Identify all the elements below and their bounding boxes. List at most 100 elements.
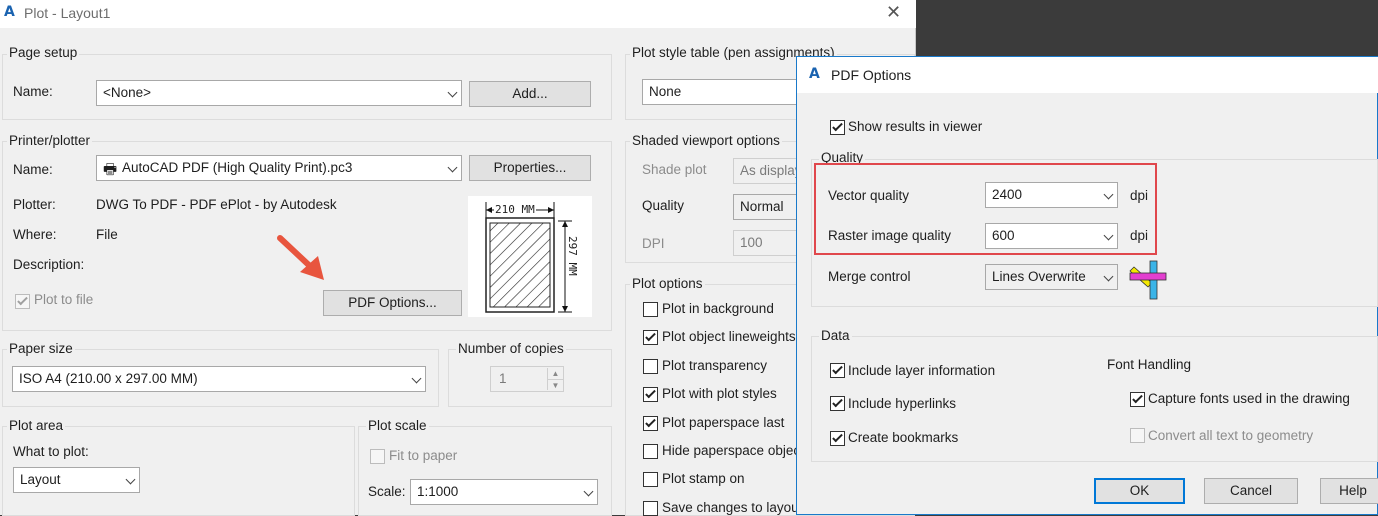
close-icon[interactable]: ✕ — [886, 2, 901, 23]
where-value: File — [96, 227, 118, 242]
capture-fonts-label: Capture fonts used in the drawing — [1148, 391, 1350, 406]
dpi-value: 100 — [740, 235, 763, 250]
checkmark-icon — [832, 396, 843, 408]
plot-dialog-titlebar: A Plot - Layout1 ✕ — [0, 0, 916, 28]
shade-plot-value: As display — [740, 163, 802, 178]
pdf-options-dialog: A PDF Options Show results in viewer Qua… — [796, 56, 1378, 515]
add-button[interactable]: Add... — [469, 81, 591, 107]
autocad-logo-icon: A — [809, 66, 820, 82]
shade-plot-label: Shade plot — [642, 162, 707, 177]
cancel-button[interactable]: Cancel — [1204, 478, 1298, 504]
what-to-plot-value: Layout — [20, 472, 61, 487]
dpi-label: DPI — [642, 236, 665, 251]
include-hyperlinks-checkbox[interactable] — [830, 396, 845, 411]
scale-label: Scale: — [368, 484, 406, 499]
printer-name-value: AutoCAD PDF (High Quality Print).pc3 — [122, 160, 353, 175]
what-to-plot-label: What to plot: — [13, 444, 89, 459]
checkmark-icon — [645, 387, 656, 399]
preview-height-label: 297 MM — [566, 236, 579, 276]
include-layer-checkbox[interactable] — [830, 363, 845, 378]
plot-option-checkbox[interactable] — [643, 501, 658, 516]
what-to-plot-select[interactable]: Layout — [13, 467, 140, 493]
page-setup-name-label: Name: — [13, 84, 53, 99]
preview-width-label: 210 MM — [494, 203, 536, 216]
printer-name-label: Name: — [13, 162, 53, 177]
scale-select[interactable]: 1:1000 — [410, 479, 598, 505]
vector-quality-label: Vector quality — [828, 188, 910, 203]
pdf-options-button[interactable]: PDF Options... — [323, 290, 462, 316]
chevron-down-icon — [125, 474, 136, 485]
capture-fonts-checkbox[interactable] — [1130, 392, 1145, 407]
shaded-quality-value: Normal — [740, 199, 784, 214]
raster-quality-select[interactable]: 600 — [985, 223, 1118, 249]
copies-value: 1 — [499, 371, 507, 386]
plot-option-checkbox[interactable] — [643, 302, 658, 317]
plotter-label: Plotter: — [13, 197, 56, 212]
plot-option-checkbox[interactable] — [643, 359, 658, 374]
chevron-down-icon — [1103, 271, 1114, 282]
fit-to-paper-label: Fit to paper — [389, 448, 458, 463]
properties-button[interactable]: Properties... — [469, 155, 591, 181]
where-label: Where: — [13, 227, 57, 242]
plot-style-table-value: None — [649, 84, 682, 99]
include-layer-label: Include layer information — [848, 363, 996, 378]
paper-preview: 210 MM 297 MM — [468, 196, 592, 317]
page-setup-name-value: <None> — [103, 85, 152, 100]
dialog-title: Plot - Layout1 — [24, 5, 111, 21]
fit-to-paper-checkbox[interactable] — [370, 449, 385, 464]
data-title: Data — [819, 328, 852, 343]
merge-control-label: Merge control — [828, 269, 911, 284]
stepper-up-icon[interactable]: ▲ — [547, 368, 563, 379]
vector-quality-select[interactable]: 2400 — [985, 182, 1118, 208]
copies-title: Number of copies — [456, 341, 566, 356]
font-handling-title: Font Handling — [1107, 357, 1192, 372]
merge-control-select[interactable]: Lines Overwrite — [985, 264, 1118, 290]
merge-control-value: Lines Overwrite — [992, 269, 1086, 284]
stepper-down-icon[interactable]: ▼ — [547, 379, 563, 390]
plot-options-title: Plot options — [630, 276, 705, 291]
plot-option-checkbox[interactable] — [643, 416, 658, 431]
paper-size-title: Paper size — [7, 341, 75, 356]
chevron-down-icon — [1103, 189, 1114, 200]
plot-to-file-label: Plot to file — [34, 292, 94, 307]
plot-option-checkbox[interactable] — [643, 330, 658, 345]
printer-plotter-title: Printer/plotter — [7, 133, 93, 148]
checkmark-icon — [645, 416, 656, 428]
paper-size-select[interactable]: ISO A4 (210.00 x 297.00 MM) — [12, 366, 426, 392]
annotation-arrow-icon — [277, 235, 324, 280]
raster-quality-value: 600 — [992, 228, 1015, 243]
plot-to-file-checkbox[interactable] — [15, 294, 30, 309]
copies-stepper[interactable]: 1 ▲ ▼ — [490, 366, 564, 392]
shaded-viewport-title: Shaded viewport options — [630, 133, 782, 148]
checkmark-icon — [645, 330, 656, 342]
printer-icon: 🖶 — [103, 161, 118, 178]
plot-option-checkbox[interactable] — [643, 472, 658, 487]
raster-unit-label: dpi — [1130, 228, 1149, 243]
plot-area-title: Plot area — [7, 418, 66, 433]
checkmark-icon — [832, 431, 843, 443]
ok-button[interactable]: OK — [1094, 478, 1185, 504]
printer-name-select[interactable]: 🖶 AutoCAD PDF (High Quality Print).pc3 — [96, 155, 462, 181]
show-results-checkbox[interactable] — [830, 120, 845, 135]
convert-text-checkbox[interactable] — [1130, 428, 1145, 443]
checkmark-icon — [832, 363, 843, 375]
pdf-options-title: PDF Options — [831, 67, 912, 83]
chevron-down-icon — [411, 373, 422, 384]
description-label: Description: — [13, 257, 85, 272]
convert-text-label: Convert all text to geometry — [1148, 428, 1314, 443]
checkmark-icon — [1132, 392, 1143, 404]
plot-option-checkbox[interactable] — [643, 387, 658, 402]
page-setup-title: Page setup — [7, 45, 80, 60]
chevron-down-icon — [1103, 230, 1114, 241]
page-setup-name-select[interactable]: <None> — [96, 80, 462, 106]
vector-unit-label: dpi — [1130, 188, 1149, 203]
checkmark-icon — [832, 120, 843, 132]
scale-value: 1:1000 — [417, 484, 459, 499]
chevron-down-icon — [447, 87, 458, 98]
help-button[interactable]: Help — [1320, 478, 1378, 504]
create-bookmarks-checkbox[interactable] — [830, 431, 845, 446]
autocad-logo-icon: A — [4, 4, 15, 20]
quality-label: Quality — [642, 198, 685, 213]
plot-option-checkbox[interactable] — [643, 444, 658, 459]
vector-quality-value: 2400 — [992, 187, 1023, 202]
